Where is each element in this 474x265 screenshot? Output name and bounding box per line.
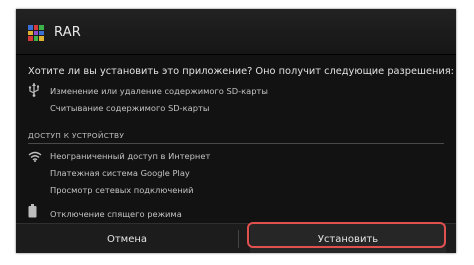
battery-icon — [28, 204, 37, 218]
usb-icon — [28, 83, 39, 97]
cancel-button[interactable]: Отмена — [16, 224, 238, 253]
permission-internet: Неограниченный доступ в Интернет — [50, 151, 211, 161]
permission-network-state: Просмотр сетевых подключений — [50, 185, 194, 195]
permission-sd-read: Считывание содержимого SD-карты — [50, 103, 210, 113]
wifi-icon — [28, 151, 42, 162]
button-divider — [238, 230, 239, 248]
rar-app-icon — [28, 25, 44, 41]
dialog-title-bar: RAR — [16, 9, 456, 55]
app-title: RAR — [54, 25, 82, 40]
permission-google-play-billing: Платежная система Google Play — [50, 168, 190, 178]
section-header-device-access: ДОСТУП К УСТРОЙСТВУ — [28, 131, 125, 140]
install-button-highlight — [247, 222, 446, 248]
permission-wake-lock: Отключение спящего режима — [50, 209, 182, 219]
section-divider — [28, 143, 444, 144]
install-dialog-screen: RAR Хотите ли вы установить это приложен… — [16, 9, 456, 253]
install-question: Хотите ли вы установить это приложение? … — [28, 66, 454, 77]
permission-sd-modify: Изменение или удаление содержимого SD-ка… — [50, 86, 268, 96]
